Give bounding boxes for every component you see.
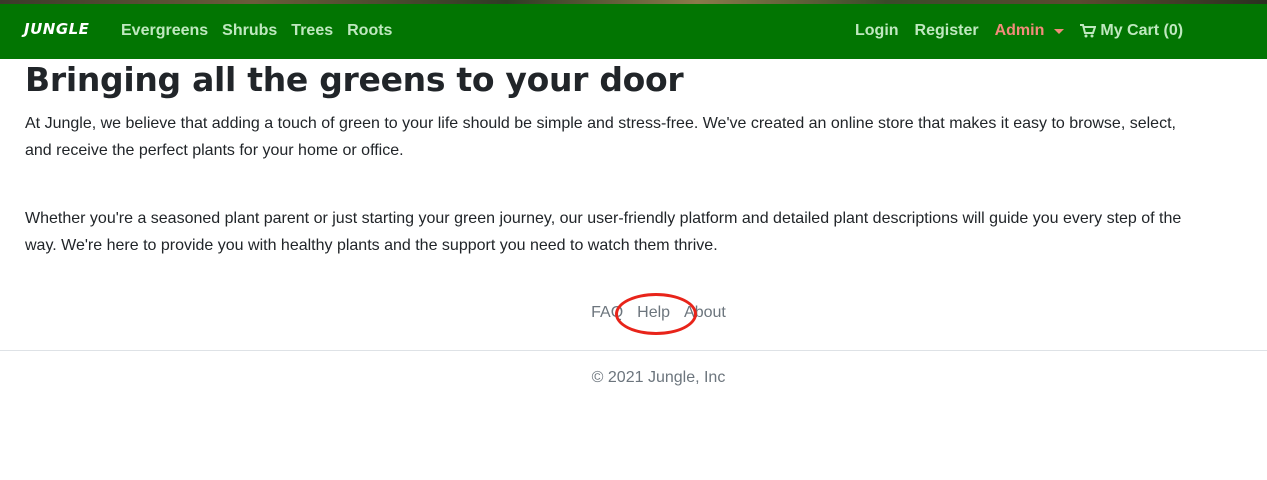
shopping-cart-icon [1080, 24, 1097, 38]
page-title: Bringing all the greens to your door [25, 60, 684, 99]
login-link[interactable]: Login [855, 22, 899, 40]
caret-down-icon [1054, 29, 1065, 34]
my-cart-link[interactable]: My Cart (0) [1080, 22, 1183, 40]
footer-link-help[interactable]: Help [637, 304, 670, 322]
top-navbar: JUNGLE Evergreens Shrubs Trees Roots Log… [0, 4, 1267, 59]
footer-link-faq[interactable]: FAQ [591, 304, 623, 322]
account-nav: Login Register Admin My Cart (0) [855, 22, 1183, 40]
footer-link-about[interactable]: About [684, 304, 726, 322]
nav-link-evergreens[interactable]: Evergreens [121, 22, 208, 40]
admin-dropdown[interactable]: Admin [995, 22, 1065, 40]
category-nav: Evergreens Shrubs Trees Roots [121, 22, 392, 40]
copyright-text: © 2021 Jungle, Inc [591, 369, 726, 386]
nav-link-shrubs[interactable]: Shrubs [222, 22, 277, 40]
intro-paragraph: At Jungle, we believe that adding a touc… [25, 115, 1176, 159]
nav-link-trees[interactable]: Trees [291, 22, 333, 40]
main-content: Bringing all the greens to your door At … [25, 60, 1225, 254]
nav-link-roots[interactable]: Roots [347, 22, 392, 40]
journey-paragraph: Whether you're a seasoned plant parent o… [25, 210, 1182, 254]
footer-links: FAQ Help About [0, 304, 1267, 322]
footer-divider [0, 350, 1267, 351]
cart-label: My Cart (0) [1100, 22, 1184, 39]
admin-label: Admin [994, 22, 1045, 39]
brand-logo[interactable]: JUNGLE [24, 20, 89, 38]
register-link[interactable]: Register [915, 22, 979, 40]
